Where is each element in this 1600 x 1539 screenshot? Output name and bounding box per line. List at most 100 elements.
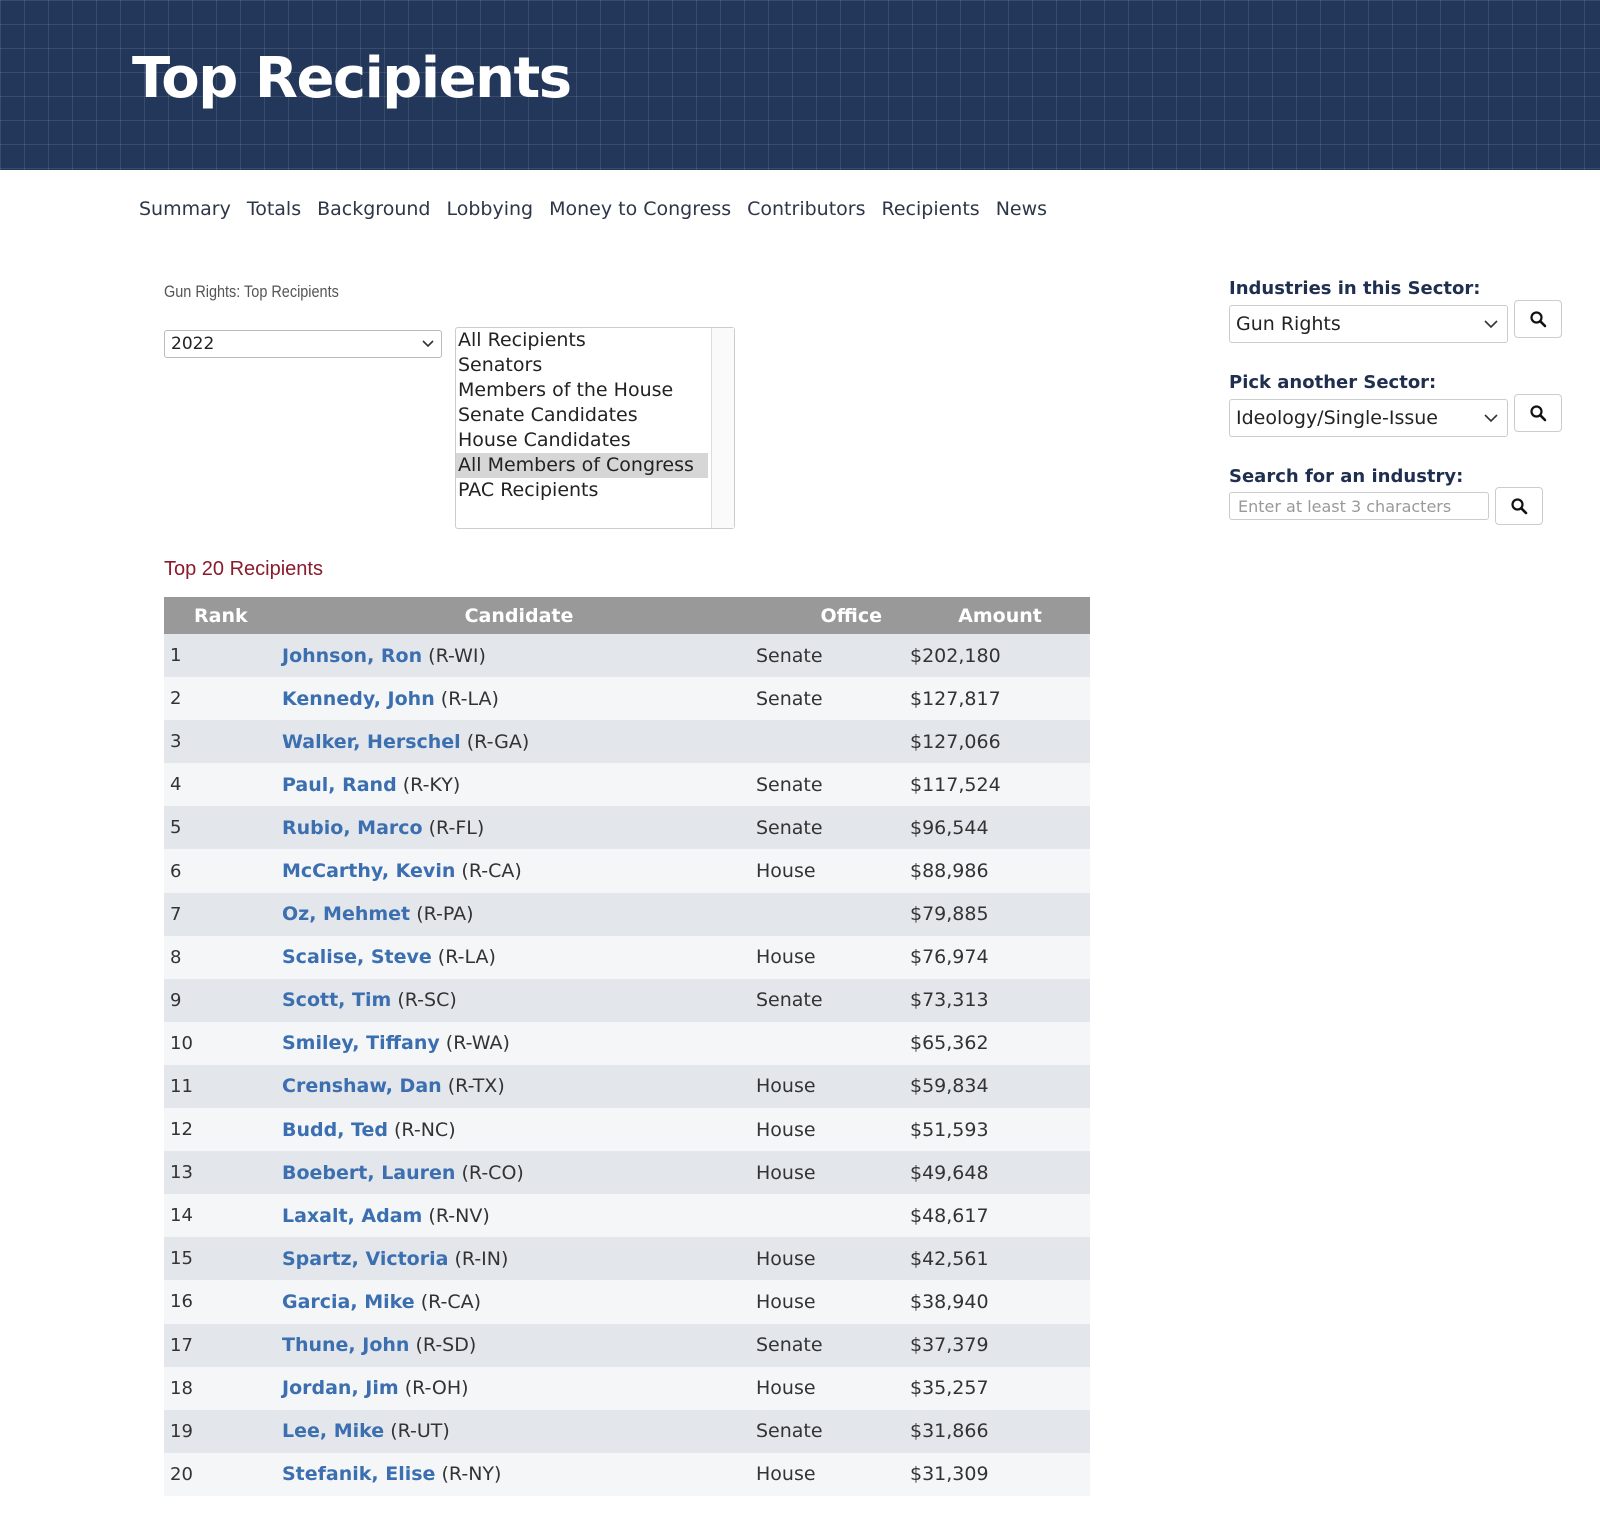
rank-cell: 12 [164,1108,282,1152]
table-row: 3 Walker, Herschel (R-GA) $127,066 [164,720,1090,764]
office-cell: Senate [756,978,910,1022]
magnifier-icon [1511,498,1528,515]
office-cell: Senate [756,634,910,678]
breadcrumb: Gun Rights: Top Recipients [164,282,339,301]
listbox-option[interactable]: PAC Recipients [456,478,708,503]
candidate-link[interactable]: Oz, Mehmet [282,903,410,925]
nav-contributors[interactable]: Contributors [747,198,865,220]
nav-recipients[interactable]: Recipients [882,198,980,220]
office-cell: House [756,1366,910,1410]
candidate-link[interactable]: McCarthy, Kevin [282,860,455,882]
party-label: (R-CO) [461,1161,524,1184]
candidate-link[interactable]: Scott, Tim [282,989,391,1011]
candidate-link[interactable]: Paul, Rand [282,774,397,796]
nav-lobbying[interactable]: Lobbying [446,198,533,220]
chevron-down-icon [421,331,435,366]
party-label: (R-UT) [390,1420,450,1443]
candidate-cell: Budd, Ted (R-NC) [282,1108,756,1152]
office-cell: House [756,1108,910,1152]
nav-totals[interactable]: Totals [247,198,301,220]
office-cell: Senate [756,806,910,850]
candidate-link[interactable]: Rubio, Marco [282,817,423,839]
listbox-option[interactable]: All Recipients [456,328,708,353]
rank-cell: 10 [164,1021,282,1065]
amount-cell: $42,561 [910,1237,1090,1281]
office-cell: Senate [756,1323,910,1367]
rank-cell: 13 [164,1151,282,1195]
rank-cell: 5 [164,806,282,850]
nav-money-to-congress[interactable]: Money to Congress [549,198,731,220]
candidate-cell: Walker, Herschel (R-GA) [282,720,756,764]
year-select[interactable]: 2022 [164,330,442,358]
party-label: (R-WI) [428,644,486,667]
candidate-link[interactable]: Walker, Herschel [282,731,461,753]
rank-cell: 16 [164,1280,282,1324]
rank-cell: 19 [164,1409,282,1453]
table-row: 17 Thune, John (R-SD) Senate $37,379 [164,1323,1090,1367]
candidate-link[interactable]: Budd, Ted [282,1119,388,1141]
table-row: 13 Boebert, Lauren (R-CO) House $49,648 [164,1151,1090,1195]
rank-cell: 4 [164,763,282,807]
office-cell: Senate [756,677,910,721]
office-cell: House [756,1237,910,1281]
office-cell [756,892,910,936]
amount-cell: $35,257 [910,1366,1090,1410]
party-label: (R-OH) [404,1377,469,1400]
table-row: 18 Jordan, Jim (R-OH) House $35,257 [164,1366,1090,1410]
industry-select[interactable]: Gun Rights [1229,305,1508,343]
candidate-cell: Garcia, Mike (R-CA) [282,1280,756,1324]
candidate-link[interactable]: Garcia, Mike [282,1291,415,1313]
nav-summary[interactable]: Summary [139,198,231,220]
candidate-link[interactable]: Johnson, Ron [282,645,422,667]
rank-cell: 14 [164,1194,282,1238]
candidate-link[interactable]: Scalise, Steve [282,946,432,968]
listbox-option[interactable]: Senate Candidates [456,403,708,428]
column-header-office: Office [756,597,910,634]
candidate-cell: Scalise, Steve (R-LA) [282,935,756,979]
candidate-link[interactable]: Laxalt, Adam [282,1205,422,1227]
column-header-rank: Rank [164,597,282,634]
rank-cell: 15 [164,1237,282,1281]
amount-cell: $59,834 [910,1064,1090,1109]
amount-cell: $202,180 [910,634,1090,678]
nav-background[interactable]: Background [317,198,430,220]
amount-cell: $96,544 [910,806,1090,850]
candidate-link[interactable]: Crenshaw, Dan [282,1075,442,1097]
rank-cell: 2 [164,677,282,721]
listbox-option[interactable]: Members of the House [456,378,708,403]
nav-news[interactable]: News [996,198,1047,220]
rank-cell: 11 [164,1064,282,1109]
candidate-link[interactable]: Spartz, Victoria [282,1248,448,1270]
candidate-cell: Oz, Mehmet (R-PA) [282,892,756,936]
candidate-cell: Paul, Rand (R-KY) [282,763,756,807]
listbox-option-selected[interactable]: All Members of Congress [456,453,708,478]
sector-search-button[interactable] [1514,394,1562,432]
candidate-link[interactable]: Kennedy, John [282,688,435,710]
amount-cell: $31,866 [910,1409,1090,1453]
industry-select-value: Gun Rights [1236,313,1341,335]
candidate-cell: Crenshaw, Dan (R-TX) [282,1064,756,1109]
listbox-option[interactable]: House Candidates [456,428,708,453]
table-row: 4 Paul, Rand (R-KY) Senate $117,524 [164,763,1090,807]
sector-select[interactable]: Ideology/Single-Issue [1229,399,1508,437]
listbox-scrollbar[interactable] [711,328,734,528]
industries-label: Industries in this Sector: [1229,278,1481,299]
candidate-cell: Laxalt, Adam (R-NV) [282,1194,756,1238]
recipient-type-listbox[interactable]: All Recipients Senators Members of the H… [455,327,735,529]
candidate-link[interactable]: Thune, John [282,1334,409,1356]
candidate-link[interactable]: Lee, Mike [282,1420,384,1442]
amount-cell: $48,617 [910,1194,1090,1238]
candidate-link[interactable]: Stefanik, Elise [282,1463,435,1485]
industry-search-button[interactable] [1514,300,1562,338]
industry-search-submit-button[interactable] [1495,487,1543,525]
amount-cell: $38,940 [910,1280,1090,1324]
office-cell: House [756,1064,910,1109]
listbox-option[interactable]: Senators [456,353,708,378]
industry-search-input[interactable] [1229,492,1489,520]
candidate-link[interactable]: Boebert, Lauren [282,1162,455,1184]
office-cell: House [756,849,910,893]
candidate-link[interactable]: Smiley, Tiffany [282,1032,440,1054]
office-cell: Senate [756,763,910,807]
chevron-down-icon [1483,306,1499,355]
candidate-link[interactable]: Jordan, Jim [282,1377,399,1399]
